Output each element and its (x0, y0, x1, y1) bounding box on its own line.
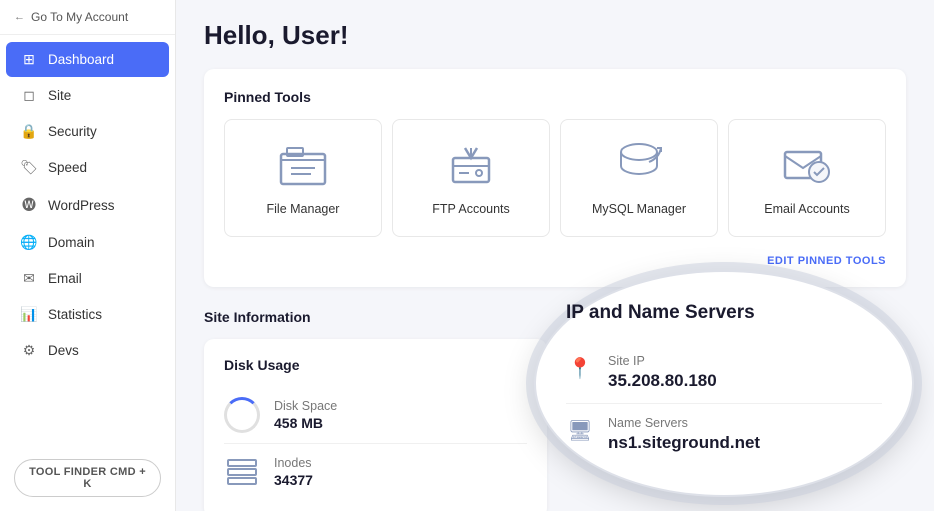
devs-icon: ⚙ (20, 342, 38, 359)
inodes-value: 34377 (274, 472, 313, 488)
disk-label: Disk Space (274, 399, 337, 413)
sidebar-item-email[interactable]: ✉ Email (6, 261, 169, 296)
pinned-tools-grid: File Manager FTP Accounts MySQL Manager … (224, 119, 886, 237)
name-servers-value: ns1.siteground.net (608, 433, 760, 453)
disk-row-0: Disk Space 458 MB (224, 387, 527, 444)
page-title: Hello, User! (204, 20, 906, 51)
sidebar-item-domain[interactable]: 🌐 Domain (6, 225, 169, 260)
site-icon: ◻ (20, 87, 38, 104)
sidebar-item-label: Site (48, 88, 71, 103)
go-to-my-account[interactable]: ← Go To My Account (0, 0, 175, 35)
name-servers-row: 🖥 Name Servers ns1.siteground.net (566, 404, 882, 465)
tool-label: FTP Accounts (432, 202, 510, 216)
ip-name-servers-panel: IP and Name Servers 📍 Site IP 35.208.80.… (534, 270, 914, 497)
security-icon: 🔒 (20, 123, 38, 140)
sidebar-item-label: Dashboard (48, 52, 114, 67)
name-servers-label: Name Servers (608, 416, 760, 430)
ftp-accounts-icon (443, 140, 499, 190)
pinned-tool-email-accounts[interactable]: Email Accounts (728, 119, 886, 237)
sidebar: ← Go To My Account ⊞ Dashboard ◻ Site 🔒 Secur… (0, 0, 176, 511)
sidebar-item-speed[interactable]: 🏷 Speed (6, 150, 169, 185)
ip-panel-title: IP and Name Servers (566, 302, 882, 324)
disk-card-title: Disk Usage (224, 357, 527, 373)
sidebar-item-label: WordPress (48, 198, 115, 213)
pinned-tool-mysql-manager[interactable]: MySQL Manager (560, 119, 718, 237)
pinned-tool-file-manager[interactable]: File Manager (224, 119, 382, 237)
sidebar-item-dashboard[interactable]: ⊞ Dashboard (6, 42, 169, 77)
back-arrow-icon: ← (14, 11, 25, 23)
disk-row-1: Inodes 34377 (224, 444, 527, 500)
site-ip-value: 35.208.80.180 (608, 371, 717, 391)
wordpress-icon: 🅦 (20, 195, 38, 215)
go-to-account-label: Go To My Account (31, 10, 128, 24)
disk-space-chart-icon (224, 397, 260, 433)
mysql-manager-icon (611, 140, 667, 190)
statistics-icon: 📊 (20, 306, 38, 323)
sidebar-item-label: Domain (48, 235, 95, 250)
email-icon: ✉ (20, 270, 38, 287)
tool-label: MySQL Manager (592, 202, 686, 216)
dashboard-icon: ⊞ (20, 51, 38, 68)
server-icon: 🖥 (566, 418, 594, 443)
site-ip-label: Site IP (608, 354, 717, 368)
email-accounts-icon (779, 140, 835, 190)
sidebar-item-label: Speed (48, 160, 87, 175)
inodes-icon (224, 454, 260, 490)
main-content: Hello, User! Pinned Tools File Manager F… (176, 0, 934, 511)
file-manager-icon (275, 140, 331, 190)
sidebar-item-label: Statistics (48, 307, 102, 322)
speed-icon: 🏷 (20, 159, 38, 176)
disk-usage-card: Disk Usage Disk Space 458 MB Inodes 3437… (204, 339, 547, 511)
disk-value: 458 MB (274, 415, 337, 431)
sidebar-item-site[interactable]: ◻ Site (6, 78, 169, 113)
site-ip-row: 📍 Site IP 35.208.80.180 (566, 342, 882, 404)
pinned-tools-title: Pinned Tools (224, 89, 886, 105)
tool-label: Email Accounts (764, 202, 849, 216)
sidebar-item-label: Email (48, 271, 82, 286)
sidebar-item-statistics[interactable]: 📊 Statistics (6, 297, 169, 332)
pinned-tool-ftp-accounts[interactable]: FTP Accounts (392, 119, 550, 237)
sidebar-nav: ⊞ Dashboard ◻ Site 🔒 Security 🏷 Speed 🅦 WordPress… (0, 35, 175, 449)
sidebar-item-devs[interactable]: ⚙ Devs (6, 333, 169, 368)
pinned-tools-section: Pinned Tools File Manager FTP Accounts M… (204, 69, 906, 287)
tool-finder-button[interactable]: TOOL FINDER CMD + K (14, 459, 161, 497)
edit-pinned-tools-link[interactable]: EDIT PINNED TOOLS (224, 249, 886, 267)
inodes-label: Inodes (274, 456, 313, 470)
location-pin-icon: 📍 (566, 356, 594, 381)
sidebar-item-wordpress[interactable]: 🅦 WordPress (6, 186, 169, 224)
domain-icon: 🌐 (20, 234, 38, 251)
sidebar-item-label: Security (48, 124, 97, 139)
sidebar-item-security[interactable]: 🔒 Security (6, 114, 169, 149)
sidebar-item-label: Devs (48, 343, 79, 358)
tool-label: File Manager (267, 202, 340, 216)
